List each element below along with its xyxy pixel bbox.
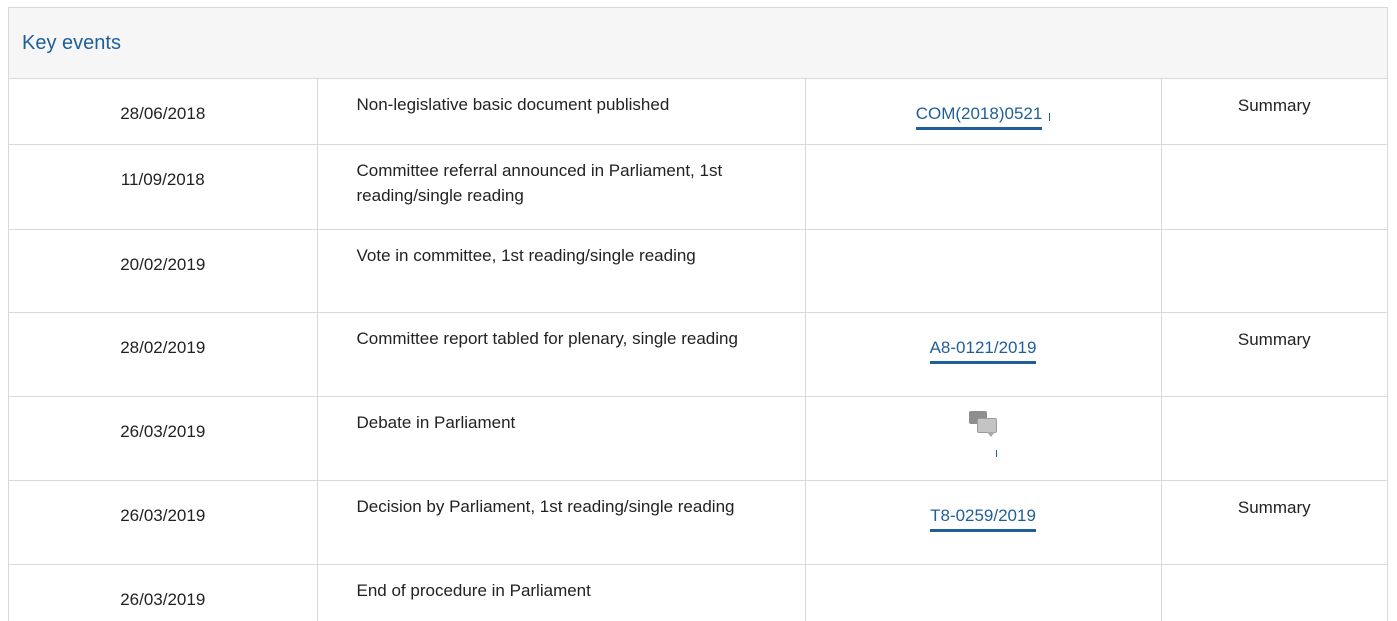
summary-cell [1161, 396, 1387, 481]
date-cell: 26/03/2019 [9, 396, 318, 481]
table-row: 20/02/2019 Vote in committee, 1st readin… [9, 229, 1387, 313]
event-description: End of procedure in Parliament [356, 580, 591, 600]
date-cell: 28/02/2019 [9, 312, 318, 397]
summary-label[interactable]: Summary [1162, 79, 1388, 118]
panel-title: Key events [22, 31, 121, 54]
event-date: 26/03/2019 [120, 589, 206, 609]
event-description: Committee report tabled for plenary, sin… [356, 328, 738, 348]
link-marker [1049, 113, 1051, 121]
event-description: Committee referral announced in Parliame… [356, 160, 723, 205]
date-cell: 20/02/2019 [9, 229, 318, 313]
summary-cell [1161, 564, 1387, 621]
document-cell: T8-0259/2019 [805, 480, 1162, 565]
summary-label[interactable]: Summary [1162, 481, 1388, 520]
table-row: 28/06/2018 Non-legislative basic documen… [9, 79, 1388, 145]
document-cell [805, 144, 1162, 230]
event-date: 11/09/2018 [120, 169, 205, 189]
document-cell [805, 564, 1162, 621]
summary-cell: Summary [1161, 79, 1388, 145]
date-cell: 11/09/2018 [9, 144, 318, 230]
document-cell [805, 229, 1162, 313]
table-row: 11/09/2018 Committee referral announced … [9, 144, 1387, 230]
speech-bubble-front [977, 417, 997, 433]
document-cell: A8-0121/2019 [805, 312, 1162, 397]
document-cell [805, 396, 1162, 481]
date-cell: 26/03/2019 [9, 480, 318, 565]
event-description: Non-legislative basic document published [356, 95, 670, 114]
event-description: Vote in committee, 1st reading/single re… [356, 245, 696, 265]
table-row: 26/03/2019 End of procedure in Parliamen… [9, 564, 1387, 621]
event-cell: Committee report tabled for plenary, sin… [317, 312, 806, 397]
event-date: 28/02/2019 [120, 337, 206, 357]
panel-header: Key events [9, 8, 1387, 79]
event-date: 28/06/2018 [120, 104, 206, 123]
document-link[interactable]: T8-0259/2019 [930, 503, 1036, 532]
event-date: 26/03/2019 [120, 505, 206, 525]
key-events-panel: Key events 28/06/2018 Non-legislative ba… [8, 7, 1388, 621]
event-cell: Committee referral announced in Parliame… [317, 144, 806, 230]
event-cell: Debate in Parliament [317, 396, 806, 481]
event-cell: Non-legislative basic document published [317, 79, 806, 145]
event-description: Decision by Parliament, 1st reading/sing… [356, 496, 735, 516]
table-row: 28/02/2019 Committee report tabled for p… [9, 312, 1388, 397]
event-date: 20/02/2019 [120, 254, 206, 274]
document-link[interactable]: A8-0121/2019 [929, 335, 1037, 364]
summary-cell: Summary [1161, 312, 1388, 397]
summary-label[interactable]: Summary [1162, 313, 1388, 352]
debate-icon[interactable] [969, 410, 997, 439]
date-cell: 28/06/2018 [9, 79, 318, 145]
summary-cell [1161, 229, 1387, 313]
event-cell: Decision by Parliament, 1st reading/sing… [317, 480, 806, 565]
table-row: 26/03/2019 Decision by Parliament, 1st r… [9, 480, 1388, 565]
link-marker [995, 449, 997, 457]
event-description: Debate in Parliament [356, 412, 516, 432]
event-cell: Vote in committee, 1st reading/single re… [317, 229, 806, 313]
document-cell: COM(2018)0521 [805, 79, 1162, 145]
table-row: 26/03/2019 Debate in Parliament [9, 396, 1387, 481]
event-cell: End of procedure in Parliament [317, 564, 806, 621]
key-events-table: 28/06/2018 Non-legislative basic documen… [9, 79, 1387, 621]
date-cell: 26/03/2019 [9, 564, 318, 621]
speech-bubble-tail [987, 431, 995, 437]
event-date: 26/03/2019 [120, 421, 206, 441]
summary-cell [1161, 144, 1387, 230]
document-link[interactable]: COM(2018)0521 [915, 101, 1043, 130]
summary-cell: Summary [1161, 480, 1388, 565]
